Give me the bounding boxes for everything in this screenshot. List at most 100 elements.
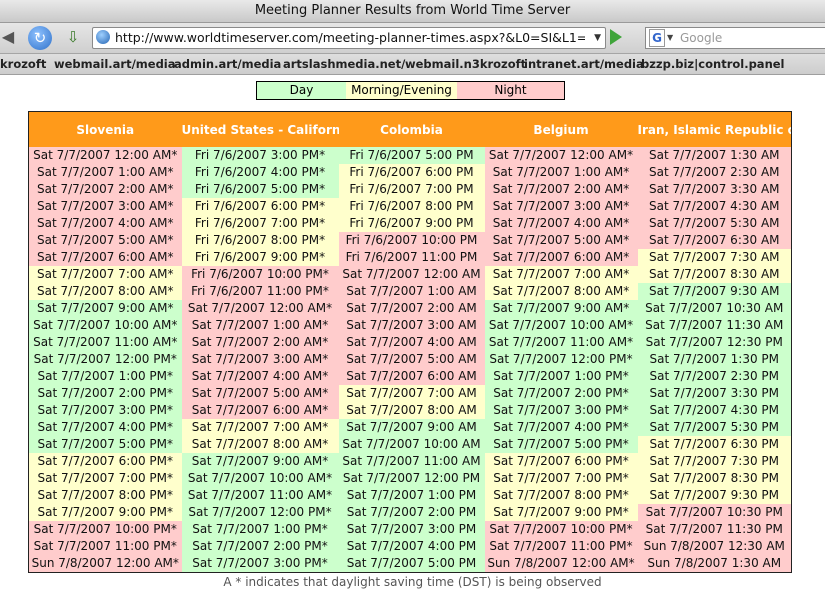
time-cell: Sat 7/7/2007 10:00 AM (338, 436, 485, 453)
table-row: Sat 7/7/2007 7:00 AM* Fri 7/6/2007 10:00 … (28, 266, 792, 283)
time-cell: Sat 7/7/2007 11:00 PM* (484, 538, 638, 555)
time-cell: Sat 7/7/2007 1:00 AM* (181, 317, 339, 334)
bookmark-link[interactable]: intranet.art/media (524, 54, 644, 74)
time-cell: Fri 7/6/2007 8:00 PM* (181, 232, 339, 249)
table-row: Sat 7/7/2007 8:00 PM* Sat 7/7/2007 11:00 … (28, 487, 792, 504)
table-header-row: Slovenia United States - California Colo… (28, 111, 792, 147)
bookmark-link[interactable]: krozoft (0, 54, 46, 74)
bookmark-link[interactable]: artslashmedia.net/ (283, 54, 405, 74)
table-row: Sat 7/7/2007 5:00 AM* Fri 7/6/2007 8:00 P… (28, 232, 792, 249)
table-row: Sat 7/7/2007 6:00 PM* Sat 7/7/2007 9:00 A… (28, 453, 792, 470)
search-field[interactable]: G ▼ Google (645, 27, 825, 49)
time-cell: Sat 7/7/2007 11:00 AM* (484, 334, 638, 351)
download-icon[interactable]: ⇩ (62, 26, 84, 48)
time-cell: Sat 7/7/2007 2:00 PM (338, 504, 485, 521)
time-cell: Sat 7/7/2007 7:30 PM (637, 453, 792, 470)
time-cell: Sat 7/7/2007 3:00 AM* (484, 198, 638, 215)
time-cell: Sat 7/7/2007 8:00 AM* (484, 283, 638, 300)
table-row: Sat 7/7/2007 11:00 AM* Sat 7/7/2007 2:00 … (28, 334, 792, 351)
time-cell: Sat 7/7/2007 7:00 AM (338, 385, 485, 402)
time-cell: Sat 7/7/2007 1:00 PM* (28, 368, 182, 385)
time-cell: Sat 7/7/2007 9:30 PM (637, 487, 792, 504)
time-cell: Sat 7/7/2007 10:00 AM* (181, 470, 339, 487)
time-cell: Sat 7/7/2007 6:00 AM (338, 368, 485, 385)
time-cell: Sat 7/7/2007 6:00 AM* (181, 402, 339, 419)
time-cell: Sat 7/7/2007 2:00 AM* (484, 181, 638, 198)
time-cell: Sat 7/7/2007 12:00 AM* (484, 147, 638, 164)
time-cell: Sat 7/7/2007 5:00 AM* (484, 232, 638, 249)
time-cell: Sat 7/7/2007 5:30 PM (637, 419, 792, 436)
time-cell: Sat 7/7/2007 12:00 PM (338, 470, 485, 487)
reload-icon[interactable]: ↻ (28, 26, 52, 50)
table-row: Sat 7/7/2007 9:00 AM* Sat 7/7/2007 12:00 … (28, 300, 792, 317)
go-arrow-icon[interactable] (610, 29, 622, 45)
time-cell: Sat 7/7/2007 4:30 PM (637, 402, 792, 419)
bookmark-link[interactable]: admin.art/media (174, 54, 281, 74)
address-dropdown-icon[interactable]: ▼ (594, 28, 601, 48)
time-cell: Sat 7/7/2007 2:00 AM* (28, 181, 182, 198)
time-cell: Sat 7/7/2007 11:00 PM* (28, 538, 182, 555)
bookmark-link[interactable]: webmail.art/media (54, 54, 176, 74)
time-cell: Fri 7/6/2007 6:00 PM* (181, 198, 339, 215)
time-cell: Sat 7/7/2007 12:00 AM* (181, 300, 339, 317)
time-cell: Sat 7/7/2007 9:00 AM* (28, 300, 182, 317)
time-cell: Sat 7/7/2007 1:00 AM* (28, 164, 182, 181)
dst-footnote: A * indicates that daylight saving time … (223, 575, 602, 589)
time-cell: Sat 7/7/2007 12:00 PM* (28, 351, 182, 368)
table-row: Sat 7/7/2007 1:00 AM* Fri 7/6/2007 4:00 P… (28, 164, 792, 181)
time-cell: Fri 7/6/2007 5:00 PM (338, 147, 485, 164)
time-cell: Sun 7/8/2007 12:00 AM* (484, 555, 638, 573)
google-icon[interactable]: G (649, 29, 665, 47)
time-cell: Sat 7/7/2007 3:00 AM* (181, 351, 339, 368)
table-row: Sat 7/7/2007 4:00 PM* Sat 7/7/2007 7:00 A… (28, 419, 792, 436)
time-cell: Fri 7/6/2007 7:00 PM (338, 181, 485, 198)
time-cell: Sat 7/7/2007 10:00 AM* (28, 317, 182, 334)
time-cell: Fri 7/6/2007 10:00 PM (338, 232, 485, 249)
table-row: Sat 7/7/2007 8:00 AM* Fri 7/6/2007 11:00 … (28, 283, 792, 300)
time-cell: Fri 7/6/2007 8:00 PM (338, 198, 485, 215)
bookmark-link[interactable]: webmail.n3krozoft (405, 54, 526, 74)
address-text[interactable]: http://www.worldtimeserver.com/meeting-p… (115, 28, 585, 48)
time-cell: Sat 7/7/2007 6:30 PM (637, 436, 792, 453)
time-cell: Sat 7/7/2007 5:00 AM (338, 351, 485, 368)
legend-morning-evening: Morning/Evening (346, 82, 457, 99)
time-cell: Sat 7/7/2007 10:00 PM* (484, 521, 638, 538)
time-cell: Fri 7/6/2007 11:00 PM* (181, 283, 339, 300)
time-cell: Sat 7/7/2007 11:30 AM (637, 317, 792, 334)
time-cell: Sat 7/7/2007 12:30 PM (637, 334, 792, 351)
time-cell: Sat 7/7/2007 1:30 AM (637, 147, 792, 164)
time-cell: Sat 7/7/2007 1:00 PM* (181, 521, 339, 538)
time-cell: Sat 7/7/2007 2:00 PM* (28, 385, 182, 402)
time-cell: Sat 7/7/2007 9:00 PM* (28, 504, 182, 521)
time-cell: Sat 7/7/2007 5:00 AM* (28, 232, 182, 249)
time-cell: Sat 7/7/2007 9:00 AM (338, 419, 485, 436)
time-cell: Sat 7/7/2007 10:30 PM (637, 504, 792, 521)
column-header-belgium: Belgium (484, 111, 638, 147)
time-cell: Sat 7/7/2007 7:00 PM* (484, 470, 638, 487)
back-arrow-icon[interactable]: ◀ (0, 26, 16, 48)
time-cell: Fri 7/6/2007 10:00 PM* (181, 266, 339, 283)
time-cell: Sat 7/7/2007 7:00 AM* (181, 419, 339, 436)
time-cell: Sat 7/7/2007 5:00 PM* (484, 436, 638, 453)
search-engine-dropdown-icon[interactable]: ▼ (667, 28, 673, 48)
column-header-iran: Iran, Islamic Republic of (637, 111, 792, 147)
time-cell: Fri 7/6/2007 3:00 PM* (181, 147, 339, 164)
time-cell: Sat 7/7/2007 7:00 AM* (484, 266, 638, 283)
table-row: Sat 7/7/2007 11:00 PM* Sat 7/7/2007 2:00 … (28, 538, 792, 555)
table-row: Sat 7/7/2007 5:00 PM* Sat 7/7/2007 8:00 A… (28, 436, 792, 453)
search-placeholder[interactable]: Google (680, 28, 722, 48)
time-cell: Sat 7/7/2007 2:00 PM* (484, 385, 638, 402)
color-legend: Day Morning/Evening Night (256, 81, 565, 100)
globe-icon (96, 30, 110, 44)
address-bar[interactable]: http://www.worldtimeserver.com/meeting-p… (92, 27, 606, 49)
time-cell: Sat 7/7/2007 6:00 PM* (484, 453, 638, 470)
time-cell: Sat 7/7/2007 3:00 PM* (181, 555, 339, 573)
column-header-california: United States - California (181, 111, 339, 147)
time-cell: Sat 7/7/2007 9:00 AM* (181, 453, 339, 470)
time-cell: Sat 7/7/2007 11:30 PM (637, 521, 792, 538)
bookmark-link[interactable]: bzzp.biz|control.panel (641, 54, 785, 74)
time-cell: Fri 7/6/2007 4:00 PM* (181, 164, 339, 181)
time-cell: Sat 7/7/2007 7:00 PM* (28, 470, 182, 487)
time-cell: Sat 7/7/2007 5:00 AM* (181, 385, 339, 402)
table-row: Sat 7/7/2007 3:00 PM* Sat 7/7/2007 6:00 A… (28, 402, 792, 419)
